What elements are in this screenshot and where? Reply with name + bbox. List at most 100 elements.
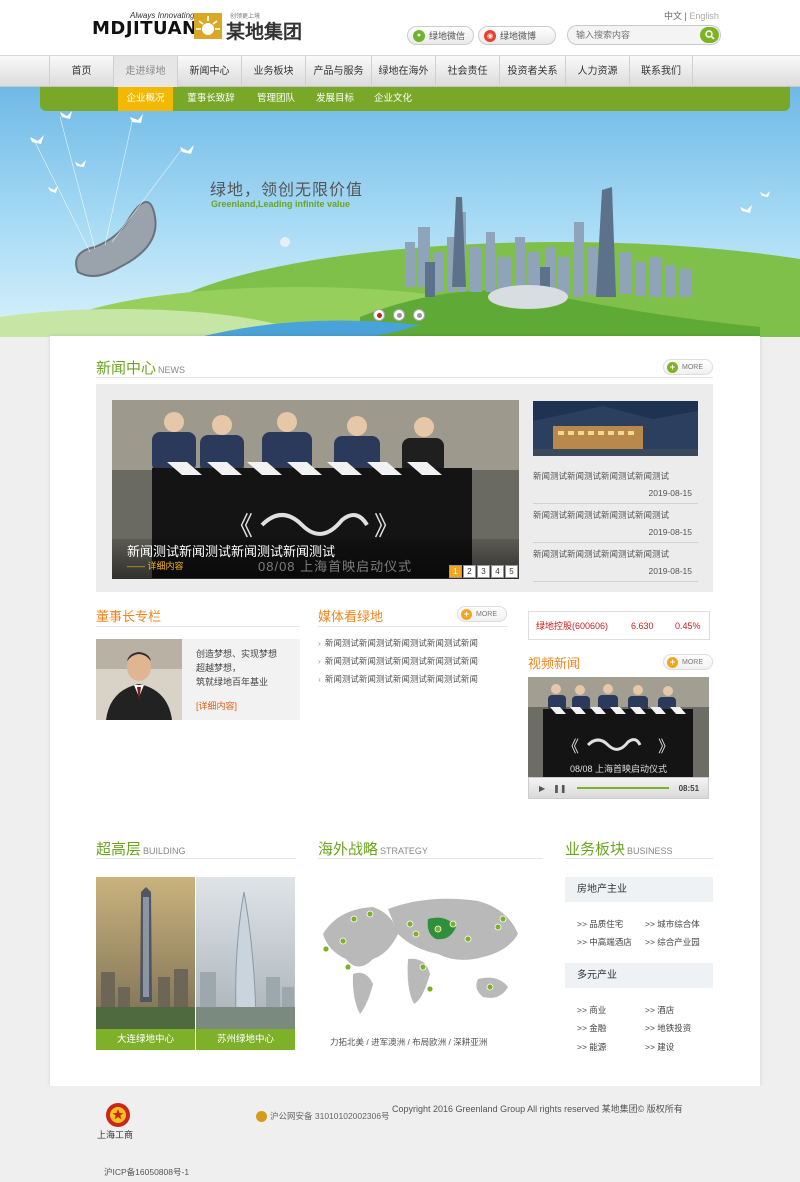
stock-ticker[interactable]: 绿地控股(600606) 6.630 0.45% xyxy=(528,611,710,640)
banner-dot-2[interactable] xyxy=(393,309,405,321)
subnav-item-goals[interactable]: 发展目标 xyxy=(307,87,363,111)
news-more-button[interactable]: + MORE xyxy=(663,359,713,375)
search-input[interactable] xyxy=(568,26,696,44)
hotel-photo xyxy=(533,401,698,456)
business-link-complex[interactable]: >> 城市综合体 xyxy=(645,918,700,930)
video-more-button[interactable]: + MORE xyxy=(663,654,713,670)
news-page-2[interactable]: 2 xyxy=(463,565,476,578)
media-item-2[interactable]: 新闻测试新闻测试新闻测试新闻测试新闻 xyxy=(318,655,478,667)
business-link-hotel[interactable]: >> 中高端酒店 xyxy=(577,936,632,948)
footer-gongshang[interactable]: 上海工商 xyxy=(97,1128,133,1141)
footer-icp[interactable]: 沪ICP备16050808号-1 xyxy=(104,1166,189,1178)
business-group-diversified[interactable]: 多元产业 xyxy=(565,963,713,988)
nav-item-about[interactable]: 走进绿地 xyxy=(113,56,177,88)
chairman-title: 董事长专栏 xyxy=(96,609,162,624)
building-caption-dalian[interactable]: 大连绿地中心 xyxy=(96,1029,195,1050)
plus-icon: + xyxy=(667,361,678,373)
business-link-finance[interactable]: >> 金融 xyxy=(577,1022,606,1034)
news-section-title: 新闻中心 NEWS xyxy=(96,357,185,378)
world-map[interactable] xyxy=(318,879,543,1024)
logo-chinese[interactable]: 某地集团 xyxy=(226,17,302,44)
video-overlay-text: 08/08 上海首映启动仪式 xyxy=(569,764,668,774)
building-image-suzhou[interactable] xyxy=(196,877,295,1029)
language-switch: 中文 | English xyxy=(664,9,719,22)
business-link-construction[interactable]: >> 建设 xyxy=(645,1041,674,1053)
building-caption-suzhou[interactable]: 苏州绿地中心 xyxy=(196,1029,295,1050)
wechat-icon: ● xyxy=(413,29,425,42)
lang-chinese[interactable]: 中文 xyxy=(664,11,682,21)
side-news-item-2[interactable]: 新闻测试新闻测试新闻测试新闻测试 2019-08-15 xyxy=(533,509,698,543)
more-label: MORE xyxy=(476,610,497,618)
sub-nav: 企业概况 董事长致辞 管理团队 发展目标 企业文化 xyxy=(40,87,790,111)
video-progress-bar[interactable] xyxy=(576,787,669,789)
banner-dot-3[interactable] xyxy=(413,309,425,321)
wechat-label: 绿地微信 xyxy=(429,31,466,41)
building-title: 超高层 xyxy=(96,841,142,858)
banner-illustration xyxy=(0,111,800,337)
banner-dot-1[interactable] xyxy=(373,309,385,321)
divider xyxy=(318,626,508,627)
building-image-dalian[interactable] xyxy=(96,877,195,1029)
nav-item-investors[interactable]: 投资者关系 xyxy=(499,56,565,88)
chairman-detail-link[interactable]: [详细内容] xyxy=(196,699,300,713)
business-link-hotels[interactable]: >> 酒店 xyxy=(645,1004,674,1016)
chairman-portrait xyxy=(96,639,182,720)
stock-name: 绿地控股(600606) xyxy=(536,621,609,631)
business-link-residence[interactable]: >> 品质住宅 xyxy=(577,918,623,930)
subnav-item-chairman[interactable]: 董事长致辞 xyxy=(179,87,243,111)
media-item-1[interactable]: 新闻测试新闻测试新闻测试新闻测试新闻 xyxy=(318,637,478,649)
subnav-item-culture[interactable]: 企业文化 xyxy=(365,87,421,111)
business-link-park[interactable]: >> 综合产业园 xyxy=(645,936,700,948)
news-page-4[interactable]: 4 xyxy=(491,565,504,578)
lang-english[interactable]: English xyxy=(689,11,719,21)
play-icon[interactable]: ▶ xyxy=(539,784,545,793)
side-news-item-1[interactable]: 新闻测试新闻测试新闻测试新闻测试 2019-08-15 xyxy=(533,470,698,504)
featured-news-title[interactable]: 新闻测试新闻测试新闻测试新闻测试 xyxy=(127,541,335,560)
subnav-item-overview[interactable]: 企业概况 xyxy=(118,87,173,111)
footer-police-record[interactable]: 沪公网安备 31010102002306号 xyxy=(256,1110,390,1123)
news-page-5[interactable]: 5 xyxy=(505,565,518,578)
nav-item-home[interactable]: 首页 xyxy=(49,56,113,88)
news-page-1[interactable]: 1 xyxy=(449,565,462,578)
search-button[interactable] xyxy=(700,27,719,43)
nav-item-business[interactable]: 业务板块 xyxy=(241,56,305,88)
logo-english[interactable]: MDJITUAN xyxy=(92,18,198,39)
world-map-graphic xyxy=(322,898,518,1014)
footer-police-text: 沪公网安备 31010102002306号 xyxy=(270,1111,390,1121)
side-news-title: 新闻测试新闻测试新闻测试新闻测试 xyxy=(533,510,670,520)
nav-item-news[interactable]: 新闻中心 xyxy=(177,56,241,88)
side-news-item-3[interactable]: 新闻测试新闻测试新闻测试新闻测试 2019-08-15 xyxy=(533,548,698,582)
chairman-text-2: 超越梦想， xyxy=(196,663,242,673)
nav-item-hr[interactable]: 人力资源 xyxy=(565,56,629,88)
nav-item-csr[interactable]: 社会责任 xyxy=(435,56,499,88)
building-title-en: BUILDING xyxy=(143,846,186,856)
business-link-energy[interactable]: >> 能源 xyxy=(577,1041,606,1053)
media-more-button[interactable]: + MORE xyxy=(457,606,507,622)
featured-news-link[interactable]: —— 详细内容 xyxy=(127,559,184,572)
business-link-commerce[interactable]: >> 商业 xyxy=(577,1004,606,1016)
wechat-button[interactable]: ● 绿地微信 xyxy=(407,26,474,45)
subnav-item-team[interactable]: 管理团队 xyxy=(247,87,305,111)
news-title: 新闻中心 xyxy=(96,360,157,377)
business-section-title: 业务板块 BUSINESS xyxy=(565,838,673,859)
nav-item-contact[interactable]: 联系我们 xyxy=(629,56,693,88)
pause-icon[interactable]: ❚❚ xyxy=(553,784,566,793)
business-link-metro[interactable]: >> 地铁投资 xyxy=(645,1022,691,1034)
divider xyxy=(96,377,713,378)
chairman-text-1: 创造梦想、实现梦想 xyxy=(196,649,278,659)
news-title-en: NEWS xyxy=(158,365,186,375)
nav-item-products[interactable]: 产品与服务 xyxy=(305,56,371,88)
news-page-3[interactable]: 3 xyxy=(477,565,490,578)
media-item-3[interactable]: 新闻测试新闻测试新闻测试新闻测试新闻 xyxy=(318,673,478,685)
chairman-photo[interactable] xyxy=(96,639,182,720)
nav-item-overseas[interactable]: 绿地在海外 xyxy=(371,56,435,88)
strategy-caption: 力拓北美 / 进军澳洲 / 布局欧洲 / 深耕亚洲 xyxy=(330,1037,488,1047)
weibo-button[interactable]: ◉ 绿地微博 xyxy=(478,26,556,45)
side-news-image[interactable] xyxy=(533,401,698,456)
stock-price: 6.630 xyxy=(631,620,654,631)
more-label: MORE xyxy=(682,363,703,371)
business-group-realestate[interactable]: 房地产主业 xyxy=(565,877,713,902)
emblem-icon[interactable] xyxy=(105,1102,131,1128)
weibo-label: 绿地微博 xyxy=(500,31,537,41)
weibo-icon: ◉ xyxy=(484,29,496,42)
